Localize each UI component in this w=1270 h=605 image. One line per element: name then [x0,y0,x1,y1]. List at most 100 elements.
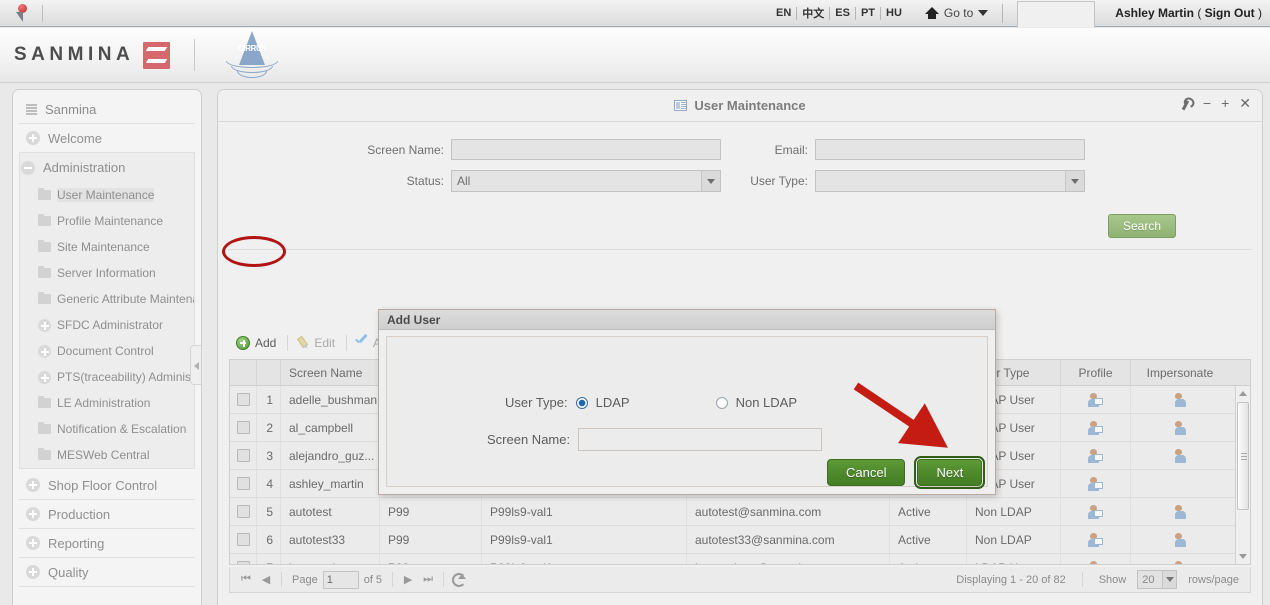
sidebar-root[interactable]: Sanmina [19,95,195,124]
profile-user-icon[interactable] [1088,392,1103,407]
row-checkbox-cell[interactable] [230,386,257,413]
language-link-zh[interactable]: 中文 [797,4,829,22]
cell-profile[interactable] [1061,442,1131,469]
row-checkbox[interactable] [236,477,250,490]
row-checkbox[interactable] [236,421,250,434]
profile-user-icon[interactable] [1088,448,1103,463]
close-icon[interactable]: ✕ [1239,96,1251,110]
prev-page-icon[interactable]: ◀ [256,570,276,589]
table-row[interactable]: 5 autotest P99 P99ls9-val1 autotest@sanmina.… [230,498,1250,526]
user-type-select[interactable] [815,170,1085,192]
sidebar-item-site-maintenance[interactable]: Site Maintenance [20,234,194,260]
column-header-rownum[interactable] [257,360,281,385]
profile-user-icon[interactable] [1088,504,1103,519]
scrollbar-thumb[interactable] [1237,402,1249,510]
table-row[interactable]: 7benny_dengP99P99ls9-val1benny.deng@sanm… [230,554,1250,564]
wrench-icon[interactable] [1179,95,1195,112]
cell-profile[interactable] [1061,498,1131,525]
radio-ldap[interactable] [575,396,588,409]
impersonate-user-icon[interactable] [1173,420,1188,435]
add-button[interactable]: Add [229,334,287,352]
grid-vertical-scrollbar[interactable] [1235,386,1250,564]
cancel-button[interactable]: Cancel [827,459,906,486]
minimize-icon[interactable]: − [1203,96,1211,110]
language-link-en[interactable]: EN [771,6,796,20]
row-checkbox[interactable] [236,505,250,518]
scroll-down-icon[interactable] [1236,549,1250,564]
sidebar-item-pts-administrator[interactable]: PTS(traceability) Administr [20,364,194,390]
sidebar-group-production[interactable]: Production [19,500,195,529]
profile-user-icon[interactable] [1088,560,1103,564]
profile-user-icon[interactable] [1088,476,1103,491]
impersonate-user-icon[interactable] [1173,392,1188,407]
column-header-select[interactable] [230,360,257,385]
impersonate-user-icon[interactable] [1173,448,1188,463]
sidebar-group-reporting[interactable]: Reporting [19,529,195,558]
row-checkbox-cell[interactable] [230,414,257,441]
row-checkbox-cell[interactable] [230,554,257,564]
scroll-up-icon[interactable] [1236,386,1250,401]
sidebar-group-welcome[interactable]: Welcome [19,124,195,153]
cell-impersonate[interactable] [1131,526,1229,553]
column-header-screen-name[interactable]: Screen Name [281,360,380,385]
row-checkbox[interactable] [236,561,250,564]
search-button[interactable]: Search [1107,214,1176,238]
sidebar-group-quality[interactable]: Quality [19,558,195,587]
last-page-icon[interactable]: ⏭ [418,570,438,589]
language-link-hu[interactable]: HU [881,6,907,20]
cell-profile[interactable] [1061,526,1131,553]
sidebar-collapse-handle[interactable] [190,345,201,385]
sidebar-item-sfdc-administrator[interactable]: SFDC Administrator [20,312,194,338]
maximize-icon[interactable]: + [1221,96,1229,110]
sidebar-item-server-information[interactable]: Server Information [20,260,194,286]
cell-profile[interactable] [1061,470,1131,497]
cell-profile[interactable] [1061,554,1131,564]
cell-impersonate[interactable] [1131,470,1229,497]
sidebar-item-generic-attribute-maintenance[interactable]: Generic Attribute Maintena [20,286,194,312]
sidebar-item-document-control[interactable]: Document Control [20,338,194,364]
sidebar-group-shop-floor-control[interactable]: Shop Floor Control [19,471,195,500]
cell-impersonate[interactable] [1131,498,1229,525]
topbar-tab[interactable] [1017,0,1096,27]
sidebar-item-user-maintenance[interactable]: User Maintenance [20,182,194,208]
cell-profile[interactable] [1061,414,1131,441]
next-button[interactable]: Next [914,456,986,489]
row-checkbox[interactable] [236,449,250,462]
language-link-pt[interactable]: PT [856,6,880,20]
sidebar-group-administration[interactable]: Administration [20,153,194,182]
radio-non-ldap[interactable] [715,396,728,409]
status-select[interactable]: All [451,170,721,192]
search-screen-name-input[interactable] [451,139,721,160]
table-row[interactable]: 6 autotest33 P99 P99ls9-val1 autotest33@sanm… [230,526,1250,554]
row-checkbox-cell[interactable] [230,470,257,497]
sidebar-item-notification-escalation[interactable]: Notification & Escalation [20,416,194,442]
profile-user-icon[interactable] [1088,420,1103,435]
edit-button[interactable]: Edit [288,334,346,352]
cell-profile[interactable] [1061,386,1131,413]
row-checkbox-cell[interactable] [230,498,257,525]
row-checkbox[interactable] [236,393,250,406]
row-checkbox-cell[interactable] [230,526,257,553]
cell-impersonate[interactable] [1131,442,1229,469]
page-number-input[interactable] [322,570,359,589]
column-header-profile[interactable]: Profile [1061,360,1131,385]
goto-menu[interactable]: Go to [924,6,989,20]
column-header-impersonate[interactable]: Impersonate [1131,360,1229,385]
sidebar-item-le-administration[interactable]: LE Administration [20,390,194,416]
dialog-screen-name-input[interactable] [578,428,823,451]
sidebar-item-mesweb-central[interactable]: MESWeb Central [20,442,194,468]
language-link-es[interactable]: ES [830,6,855,20]
first-page-icon[interactable]: ⏮ [236,570,256,589]
impersonate-user-icon[interactable] [1173,504,1188,519]
impersonate-user-icon[interactable] [1173,560,1188,564]
row-checkbox-cell[interactable] [230,442,257,469]
sidebar-item-profile-maintenance[interactable]: Profile Maintenance [20,208,194,234]
search-email-input[interactable] [815,139,1085,160]
cell-impersonate[interactable] [1131,554,1229,564]
signout-link[interactable]: ( Sign Out ) [1197,6,1262,20]
profile-user-icon[interactable] [1088,532,1103,547]
next-page-icon[interactable]: ▶ [398,570,418,589]
cell-impersonate[interactable] [1131,414,1229,441]
impersonate-user-icon[interactable] [1173,532,1188,547]
refresh-button[interactable] [449,570,469,589]
